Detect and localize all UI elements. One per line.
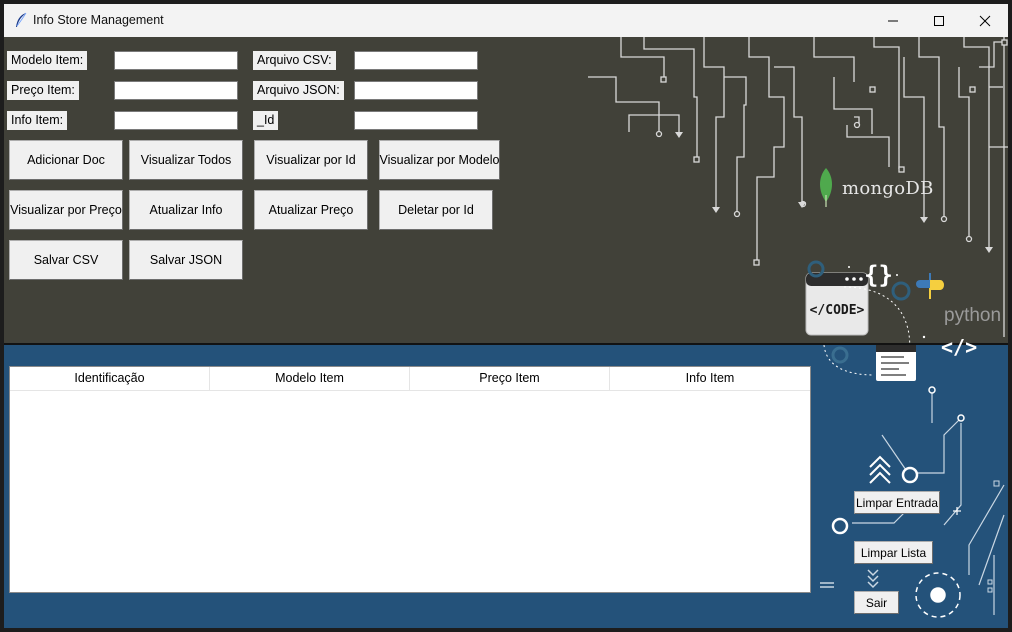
form-panel: </CODE> Modelo Item: Preço Item: Info It… <box>4 37 1008 344</box>
modelo-item-label: Modelo Item: <box>7 51 88 70</box>
code-badge-text: </CODE> <box>810 303 865 318</box>
atualizar-info-button[interactable]: Atualizar Info <box>129 190 243 230</box>
braces-icon: {} <box>864 261 893 289</box>
column-header-modelo-item[interactable]: Modelo Item <box>210 367 410 391</box>
minimize-button[interactable] <box>870 4 916 37</box>
maximize-button[interactable] <box>916 4 962 37</box>
results-table[interactable]: Identificação Modelo Item Preço Item Inf… <box>9 366 811 593</box>
close-button[interactable] <box>962 4 1008 37</box>
python-logo-text: python <box>944 305 1002 326</box>
close-icon <box>979 15 991 26</box>
table-header: Identificação Modelo Item Preço Item Inf… <box>10 367 810 391</box>
id-label: _Id <box>253 111 279 130</box>
maximize-icon <box>934 15 944 26</box>
info-item-input[interactable] <box>114 111 238 130</box>
title-bar[interactable]: Info Store Management <box>4 4 1008 37</box>
arquivo-csv-label: Arquivo CSV: <box>253 51 336 70</box>
visualizar-por-id-button[interactable]: Visualizar por Id <box>254 140 368 180</box>
mongodb-logo-text: mongoDB <box>842 178 934 199</box>
info-item-label: Info Item: <box>7 111 68 130</box>
preco-item-label: Preço Item: <box>7 81 79 100</box>
results-panel: Identificação Modelo Item Preço Item Inf… <box>4 345 1008 628</box>
feather-icon <box>16 12 27 27</box>
visualizar-por-preco-button[interactable]: Visualizar por Preço <box>9 190 123 230</box>
minimize-icon <box>888 20 898 21</box>
deletar-por-id-button[interactable]: Deletar por Id <box>379 190 493 230</box>
arquivo-json-input[interactable] <box>354 81 478 100</box>
column-header-info-item[interactable]: Info Item <box>610 367 810 391</box>
salvar-json-button[interactable]: Salvar JSON <box>129 240 243 280</box>
code-tag-icon: </> <box>941 335 978 359</box>
modelo-item-input[interactable] <box>114 51 238 70</box>
visualizar-todos-button[interactable]: Visualizar Todos <box>129 140 243 180</box>
column-header-preco-item[interactable]: Preço Item <box>410 367 610 391</box>
app-window: Info Store Management </CODE> Modelo Ite… <box>4 4 1008 628</box>
salvar-csv-button[interactable]: Salvar CSV <box>9 240 123 280</box>
arquivo-json-label: Arquivo JSON: <box>253 81 344 100</box>
atualizar-preco-button[interactable]: Atualizar Preço <box>254 190 368 230</box>
preco-item-input[interactable] <box>114 81 238 100</box>
limpar-entrada-button[interactable]: Limpar Entrada <box>854 491 940 514</box>
id-input[interactable] <box>354 111 478 130</box>
adicionar-doc-button[interactable]: Adicionar Doc <box>9 140 123 180</box>
sair-button[interactable]: Sair <box>854 591 899 614</box>
column-header-identificacao[interactable]: Identificação <box>10 367 210 391</box>
window-title: Info Store Management <box>33 13 164 27</box>
visualizar-por-modelo-button[interactable]: Visualizar por Modelo <box>379 140 500 180</box>
arquivo-csv-input[interactable] <box>354 51 478 70</box>
limpar-lista-button[interactable]: Limpar Lista <box>854 541 933 564</box>
